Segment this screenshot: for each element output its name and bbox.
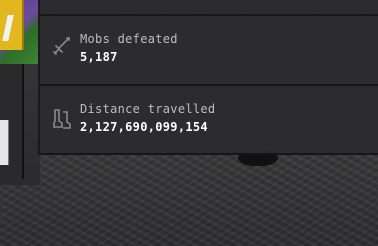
stat-row-mobs-defeated: Mobs defeated 5,187 bbox=[40, 16, 378, 84]
stat-value: 2,127,690,099,154 bbox=[80, 120, 208, 134]
game-scene: Mobs defeated 5,187 Distance travelled 2… bbox=[0, 0, 378, 246]
background-sign bbox=[0, 0, 24, 50]
sword-icon bbox=[52, 36, 71, 56]
sign-mark bbox=[2, 15, 14, 41]
stat-label: Distance travelled bbox=[80, 102, 216, 116]
stats-panel: Mobs defeated 5,187 Distance travelled 2… bbox=[38, 0, 378, 155]
boots-icon bbox=[53, 109, 71, 129]
background-screen-edge bbox=[0, 120, 9, 165]
stat-value: 5,187 bbox=[80, 50, 118, 64]
stat-label: Mobs defeated bbox=[80, 32, 178, 46]
stat-row-distance-travelled: Distance travelled 2,127,690,099,154 bbox=[40, 86, 378, 154]
